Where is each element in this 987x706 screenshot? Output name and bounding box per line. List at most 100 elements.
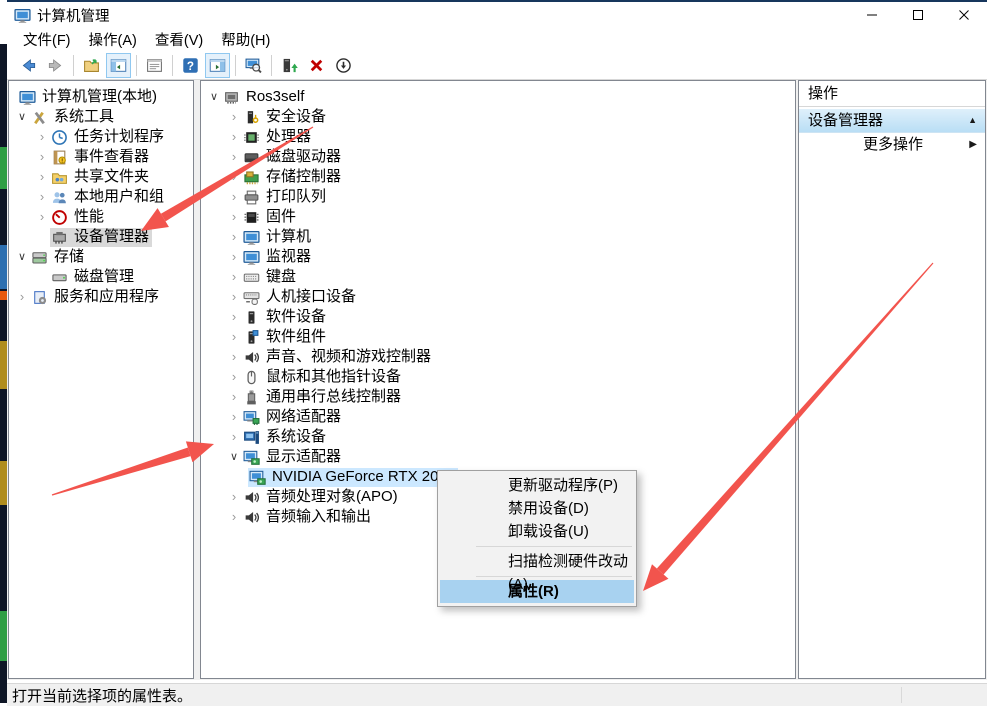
action-pane-button[interactable] <box>205 53 230 78</box>
chevron-right-icon[interactable]: › <box>226 287 242 307</box>
tree-item[interactable]: ›计算机 <box>201 227 795 247</box>
context-menu-item[interactable]: 更新驱动程序(P) <box>440 474 634 497</box>
tree-item[interactable]: ›共享文件夹 <box>9 167 193 187</box>
context-menu-item[interactable]: 扫描检测硬件改动(A) <box>440 550 634 573</box>
tree-item-body[interactable]: 存储控制器 <box>242 168 344 187</box>
tree-item[interactable]: ›系统设备 <box>201 427 795 447</box>
tree-item[interactable]: ›网络适配器 <box>201 407 795 427</box>
tree-item[interactable]: ›监视器 <box>201 247 795 267</box>
chevron-right-icon[interactable]: › <box>34 207 50 227</box>
tree-item[interactable]: ›任务计划程序 <box>9 127 193 147</box>
chevron-right-icon[interactable]: › <box>226 387 242 407</box>
properties-button[interactable] <box>142 53 167 78</box>
chevron-right-icon[interactable]: › <box>34 127 50 147</box>
tree-item[interactable]: ›处理器 <box>201 127 795 147</box>
menu-view[interactable]: 查看(V) <box>146 27 212 52</box>
tree-item[interactable]: ›事件查看器 <box>9 147 193 167</box>
tree-item[interactable]: ∨系统工具 <box>9 107 193 127</box>
tree-item-body[interactable]: 键盘 <box>242 268 299 287</box>
tree-item-body[interactable]: 打印队列 <box>242 188 329 207</box>
chevron-down-icon[interactable]: ∨ <box>226 447 242 467</box>
chevron-right-icon[interactable]: › <box>226 247 242 267</box>
tree-item-body[interactable]: 系统工具 <box>30 108 117 127</box>
chevron-right-icon[interactable]: › <box>226 407 242 427</box>
tree-item-body[interactable]: 本地用户和组 <box>50 188 167 207</box>
menu-help[interactable]: 帮助(H) <box>212 27 279 52</box>
tree-item-body[interactable]: 音频输入和输出 <box>242 508 374 527</box>
close-button[interactable] <box>941 2 987 28</box>
chevron-down-icon[interactable]: ∨ <box>206 87 222 107</box>
maximize-button[interactable] <box>895 2 941 28</box>
tree-item-body[interactable]: 服务和应用程序 <box>30 288 162 307</box>
tree-item-body[interactable]: 音频处理对象(APO) <box>242 488 401 507</box>
update-driver-button[interactable] <box>277 53 302 78</box>
tree-item[interactable]: ›软件设备 <box>201 307 795 327</box>
tree-item[interactable]: ›存储控制器 <box>201 167 795 187</box>
context-menu-item[interactable]: 卸载设备(U) <box>440 520 634 543</box>
chevron-right-icon[interactable]: › <box>226 347 242 367</box>
help-button[interactable]: ? <box>178 53 203 78</box>
tree-item-body[interactable]: 共享文件夹 <box>50 168 152 187</box>
tree-item[interactable]: ›性能 <box>9 207 193 227</box>
scan-hardware-button[interactable] <box>241 53 266 78</box>
chevron-right-icon[interactable]: › <box>226 307 242 327</box>
more-actions-item[interactable]: 更多操作 ▶ <box>799 133 985 156</box>
disable-button[interactable] <box>331 53 356 78</box>
chevron-right-icon[interactable]: › <box>226 147 242 167</box>
back-button[interactable] <box>16 53 41 78</box>
minimize-button[interactable] <box>849 2 895 28</box>
tree-item-body[interactable]: 性能 <box>50 208 107 227</box>
tree-item-body[interactable]: 安全设备 <box>242 108 329 127</box>
tree-item-body[interactable]: 显示适配器 <box>242 448 344 467</box>
chevron-right-icon[interactable]: › <box>226 207 242 227</box>
context-menu-item[interactable]: 禁用设备(D) <box>440 497 634 520</box>
tree-item-body[interactable]: 系统设备 <box>242 428 329 447</box>
tree-item-body[interactable]: 通用串行总线控制器 <box>242 388 404 407</box>
tree-item[interactable]: ›通用串行总线控制器 <box>201 387 795 407</box>
tree-item[interactable]: ›固件 <box>201 207 795 227</box>
chevron-right-icon[interactable]: › <box>226 227 242 247</box>
chevron-right-icon[interactable]: › <box>226 367 242 387</box>
chevron-right-icon[interactable]: › <box>226 267 242 287</box>
tree-item[interactable]: 磁盘管理 <box>9 267 193 287</box>
tree-item[interactable]: ∨Ros3self <box>201 87 795 107</box>
tree-item[interactable]: ›声音、视频和游戏控制器 <box>201 347 795 367</box>
tree-item[interactable]: ∨存储 <box>9 247 193 267</box>
tree-item-body[interactable]: 网络适配器 <box>242 408 344 427</box>
chevron-right-icon[interactable]: › <box>226 107 242 127</box>
tree-item-body[interactable]: 固件 <box>242 208 299 227</box>
tree-item[interactable]: 设备管理器 <box>9 227 193 247</box>
tree-item-body[interactable]: 任务计划程序 <box>50 128 167 147</box>
tree-item-body[interactable]: 软件设备 <box>242 308 329 327</box>
chevron-right-icon[interactable]: › <box>14 287 30 307</box>
chevron-right-icon[interactable]: › <box>226 487 242 507</box>
tree-item-body[interactable]: 磁盘管理 <box>50 268 137 287</box>
tree-item-body[interactable]: 监视器 <box>242 248 314 267</box>
tree-item-body[interactable]: 人机接口设备 <box>242 288 359 307</box>
chevron-right-icon[interactable]: › <box>226 167 242 187</box>
menu-file[interactable]: 文件(F) <box>14 27 80 52</box>
tree-item-body[interactable]: 鼠标和其他指针设备 <box>242 368 404 387</box>
selected-tree-item[interactable]: NVIDIA GeForce RTX 2080 <box>248 468 458 487</box>
tree-item[interactable]: ›软件组件 <box>201 327 795 347</box>
tree-item-body[interactable]: 磁盘驱动器 <box>242 148 344 167</box>
tree-item-body[interactable]: 存储 <box>30 248 87 267</box>
tree-item-body[interactable]: 计算机管理(本地) <box>18 88 160 107</box>
chevron-down-icon[interactable]: ∨ <box>14 247 30 267</box>
tree-item[interactable]: ›键盘 <box>201 267 795 287</box>
tree-item[interactable]: ∨显示适配器 <box>201 447 795 467</box>
console-tree-button[interactable] <box>106 53 131 78</box>
tree-item-body[interactable]: 处理器 <box>242 128 314 147</box>
selected-tree-item[interactable]: 设备管理器 <box>50 228 152 247</box>
tree-item-body[interactable]: 软件组件 <box>242 328 329 347</box>
chevron-right-icon[interactable]: › <box>226 187 242 207</box>
collapse-arrow-icon[interactable]: ▲ <box>968 109 977 132</box>
chevron-right-icon[interactable]: › <box>34 167 50 187</box>
forward-button[interactable] <box>43 53 68 78</box>
folder-arrow-button[interactable] <box>79 53 104 78</box>
chevron-down-icon[interactable]: ∨ <box>14 107 30 127</box>
tree-item-body[interactable]: Ros3self <box>222 88 307 107</box>
tree-item[interactable]: ›本地用户和组 <box>9 187 193 207</box>
uninstall-button[interactable] <box>304 53 329 78</box>
tree-item[interactable]: ›安全设备 <box>201 107 795 127</box>
